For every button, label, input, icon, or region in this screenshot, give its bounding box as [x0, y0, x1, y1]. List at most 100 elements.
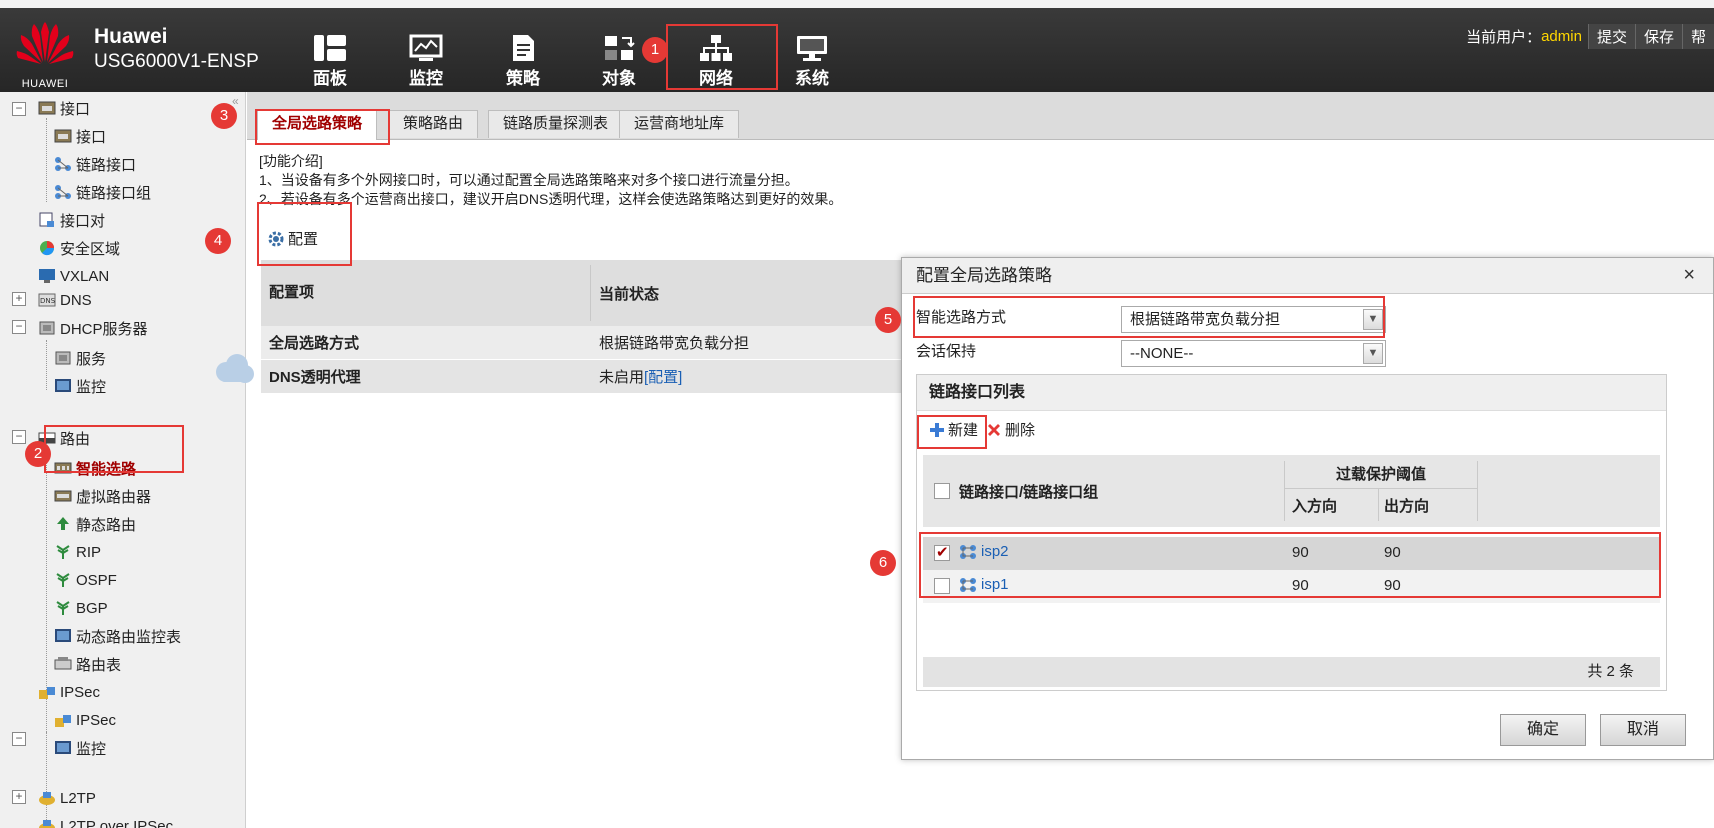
- ipsec-icon: [38, 684, 56, 700]
- sidebar-item-rip[interactable]: RIP: [54, 540, 101, 564]
- sidebar-item-link-interface-group[interactable]: 链路接口组: [54, 180, 151, 204]
- nav-object[interactable]: 对象: [584, 28, 654, 90]
- sidebar-item-interface-pair[interactable]: 接口对: [38, 208, 105, 232]
- delete-button[interactable]: 删除: [986, 419, 1035, 440]
- highlight-box: [917, 415, 987, 449]
- delete-button-label: 删除: [1005, 422, 1036, 439]
- highlight-box: [919, 532, 1661, 598]
- grid-cell-status: 根据链路带宽负载分担: [599, 335, 750, 352]
- table-row[interactable]: DNS透明代理 未启用[配置]: [261, 360, 961, 394]
- expander-minus-icon[interactable]: −: [12, 320, 26, 334]
- sidebar-item-ospf[interactable]: OSPF: [54, 568, 117, 592]
- sidebar-item-dhcp-monitor[interactable]: 监控: [54, 374, 106, 398]
- dns-proxy-config-link[interactable]: [配置]: [644, 369, 682, 386]
- sidebar-item-label: RIP: [76, 543, 102, 561]
- sidebar-item-dns[interactable]: DNS DNS: [38, 288, 92, 312]
- sidebar-item-label: 虚拟路由器: [76, 488, 152, 506]
- service-icon: [54, 350, 72, 366]
- expander-plus-icon[interactable]: +: [12, 292, 26, 306]
- sidebar-item-label: 链路接口: [76, 156, 137, 174]
- device-model: USG6000V1-ENSP: [94, 51, 259, 72]
- sidebar-item-interface-group[interactable]: 接口: [38, 96, 90, 120]
- brand-name: Huawei: [94, 25, 168, 48]
- sidebar-item-static-route[interactable]: 静态路由: [54, 512, 136, 536]
- column-divider: [1378, 489, 1379, 521]
- dhcp-server-icon: [38, 320, 56, 336]
- sidebar-item-dhcp-service[interactable]: 服务: [54, 346, 106, 370]
- system-icon: [797, 36, 827, 61]
- static-route-icon: [54, 516, 72, 532]
- table-row[interactable]: 全局选路方式 根据链路带宽负载分担: [261, 326, 961, 360]
- sidebar-item-virtual-router[interactable]: 虚拟路由器: [54, 484, 151, 508]
- select-all-checkbox[interactable]: [934, 483, 950, 499]
- ipsec-icon: [54, 712, 72, 728]
- annotation-marker: 5: [875, 307, 901, 333]
- tree-line: [46, 340, 47, 390]
- monitor-icon: [54, 628, 72, 644]
- tab-link-quality-probe[interactable]: 链路质量探测表: [488, 110, 624, 138]
- sidebar-item-ipsec-group[interactable]: IPSec: [38, 680, 100, 704]
- sidebar-item-route-table[interactable]: 路由表: [54, 652, 121, 676]
- sidebar-item-ipsec-monitor[interactable]: 监控: [54, 736, 106, 760]
- sidebar-item-label: 监控: [76, 740, 107, 758]
- expander-plus-icon[interactable]: +: [12, 790, 26, 804]
- huawei-logo: HUAWEI: [14, 18, 76, 90]
- link-interface-icon: [54, 156, 72, 172]
- grid-header-status: 当前状态: [599, 285, 660, 303]
- highlight-box: [913, 296, 1385, 338]
- ospf-icon: [54, 572, 72, 588]
- table-header: 链路接口/链路接口组 过载保护阈值 入方向 出方向: [923, 455, 1660, 527]
- intro-line-1: 1、当设备有多个外网接口时，可以通过配置全局选路策略来对多个接口进行流量分担。: [259, 172, 799, 188]
- sidebar-item-ipsec[interactable]: IPSec: [54, 708, 116, 732]
- sidebar-item-l2tp-over-ipsec[interactable]: L2TP over IPSec: [38, 814, 173, 828]
- ok-button[interactable]: 确定: [1500, 714, 1586, 746]
- sidebar-item-interface[interactable]: 接口: [54, 124, 106, 148]
- help-button[interactable]: 帮: [1681, 24, 1714, 49]
- sidebar-item-security-zone[interactable]: 安全区域: [38, 236, 120, 260]
- svg-text:DNS: DNS: [40, 297, 56, 305]
- highlight-box: [666, 24, 778, 90]
- grid-cell-status: 未启用[配置]: [591, 366, 682, 387]
- interface-icon: [38, 100, 56, 116]
- sidebar-item-l2tp[interactable]: L2TP: [38, 786, 96, 810]
- sidebar-item-link-interface[interactable]: 链路接口: [54, 152, 136, 176]
- annotation-marker: 4: [205, 228, 231, 254]
- sidebar-item-label: 监控: [76, 378, 107, 396]
- sidebar-item-vxlan[interactable]: VXLAN: [38, 264, 109, 288]
- close-icon[interactable]: ×: [1683, 264, 1695, 287]
- dialog-title: 配置全局选路策略: [902, 258, 1713, 294]
- nav-policy[interactable]: 策略: [488, 28, 558, 90]
- sidebar-item-label: 动态路由监控表: [76, 628, 182, 646]
- highlight-box: [257, 202, 352, 266]
- nav-system[interactable]: 系统: [777, 28, 847, 90]
- sidebar-item-label: 接口对: [60, 212, 106, 230]
- submit-button[interactable]: 提交: [1587, 24, 1635, 49]
- highlight-box: [255, 109, 390, 145]
- session-hold-value: --NONE--: [1130, 345, 1194, 362]
- link-interface-group-icon: [54, 184, 72, 200]
- interface-pair-icon: [38, 212, 56, 228]
- sidebar-item-bgp[interactable]: BGP: [54, 596, 108, 620]
- chevron-down-icon[interactable]: ▼: [1363, 343, 1383, 364]
- panel-title: 链路接口列表: [917, 375, 1666, 411]
- cancel-button[interactable]: 取消: [1600, 714, 1686, 746]
- nav-dashboard[interactable]: 面板: [295, 28, 365, 90]
- save-button[interactable]: 保存: [1634, 24, 1682, 49]
- l2tp-icon: [38, 790, 56, 806]
- expander-minus-icon[interactable]: −: [12, 102, 26, 116]
- col-inbound: 入方向: [1292, 498, 1338, 515]
- expander-minus-icon[interactable]: −: [12, 732, 26, 746]
- annotation-marker: 3: [211, 103, 237, 129]
- tab-policy-route[interactable]: 策略路由: [388, 110, 479, 138]
- sidebar-item-dhcp-server[interactable]: DHCP服务器: [38, 316, 148, 340]
- sidebar-item-label: IPSec: [60, 683, 101, 701]
- sidebar-item-label: L2TP: [60, 789, 96, 807]
- expander-minus-icon[interactable]: −: [12, 430, 26, 444]
- logo-text: HUAWEI: [21, 78, 69, 90]
- session-hold-select[interactable]: --NONE-- ▼: [1121, 340, 1386, 367]
- nav-monitor[interactable]: 监控: [391, 28, 461, 90]
- tab-isp-address-library[interactable]: 运营商地址库: [619, 110, 740, 138]
- sidebar-item-dynamic-route-monitor[interactable]: 动态路由监控表: [54, 624, 181, 648]
- nav-label: 对象: [602, 69, 636, 88]
- bgp-icon: [54, 600, 72, 616]
